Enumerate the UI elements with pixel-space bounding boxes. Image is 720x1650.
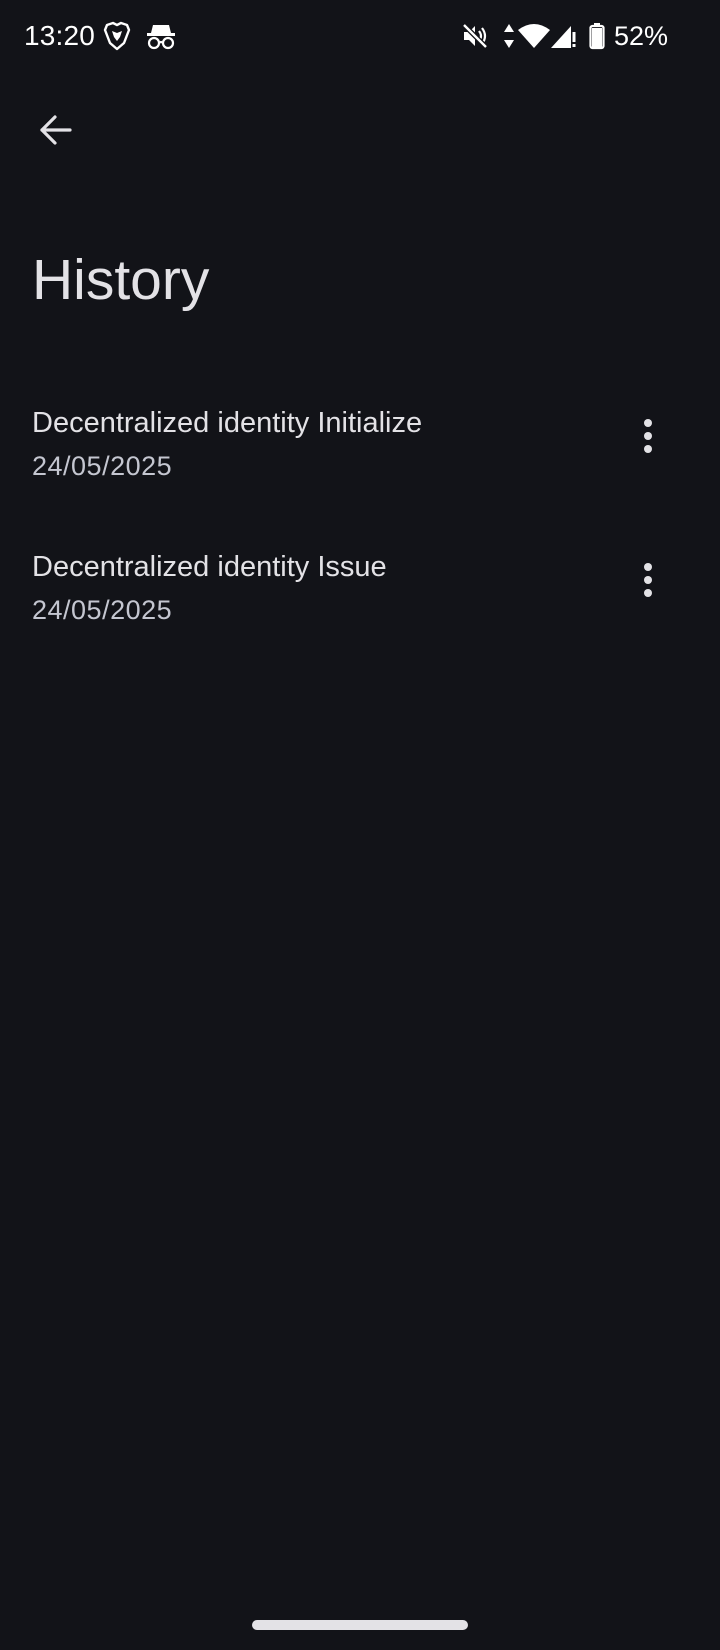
status-bar: 13:20 52% (0, 0, 720, 72)
arrow-back-icon (38, 112, 74, 153)
back-button[interactable] (24, 100, 88, 164)
signal-icon (548, 20, 578, 52)
data-arrows-icon (502, 20, 516, 52)
list-item[interactable]: Decentralized identity Initialize 24/05/… (0, 392, 720, 536)
wifi-icon (516, 20, 552, 52)
battery-percent: 52% (614, 21, 669, 51)
item-date: 24/05/2025 (32, 451, 173, 481)
more-options-button[interactable] (622, 550, 674, 614)
more-vert-icon (642, 418, 654, 459)
battery-icon (588, 20, 606, 52)
item-date: 24/05/2025 (32, 595, 173, 625)
more-options-button[interactable] (622, 406, 674, 470)
list-item[interactable]: Decentralized identity Issue 24/05/2025 (0, 536, 720, 680)
history-screen: 13:20 52% History Decentralized identity… (0, 0, 720, 1650)
history-list: Decentralized identity Initialize 24/05/… (0, 392, 720, 680)
gesture-navigation-bar[interactable] (252, 1620, 468, 1630)
page-title: History (32, 248, 210, 312)
brave-icon (102, 20, 132, 52)
more-vert-icon (642, 562, 654, 603)
item-title: Decentralized identity Initialize (32, 407, 423, 439)
status-time: 13:20 (24, 20, 96, 51)
mute-icon (460, 20, 490, 52)
incognito-icon (144, 20, 178, 52)
item-title: Decentralized identity Issue (32, 551, 387, 583)
